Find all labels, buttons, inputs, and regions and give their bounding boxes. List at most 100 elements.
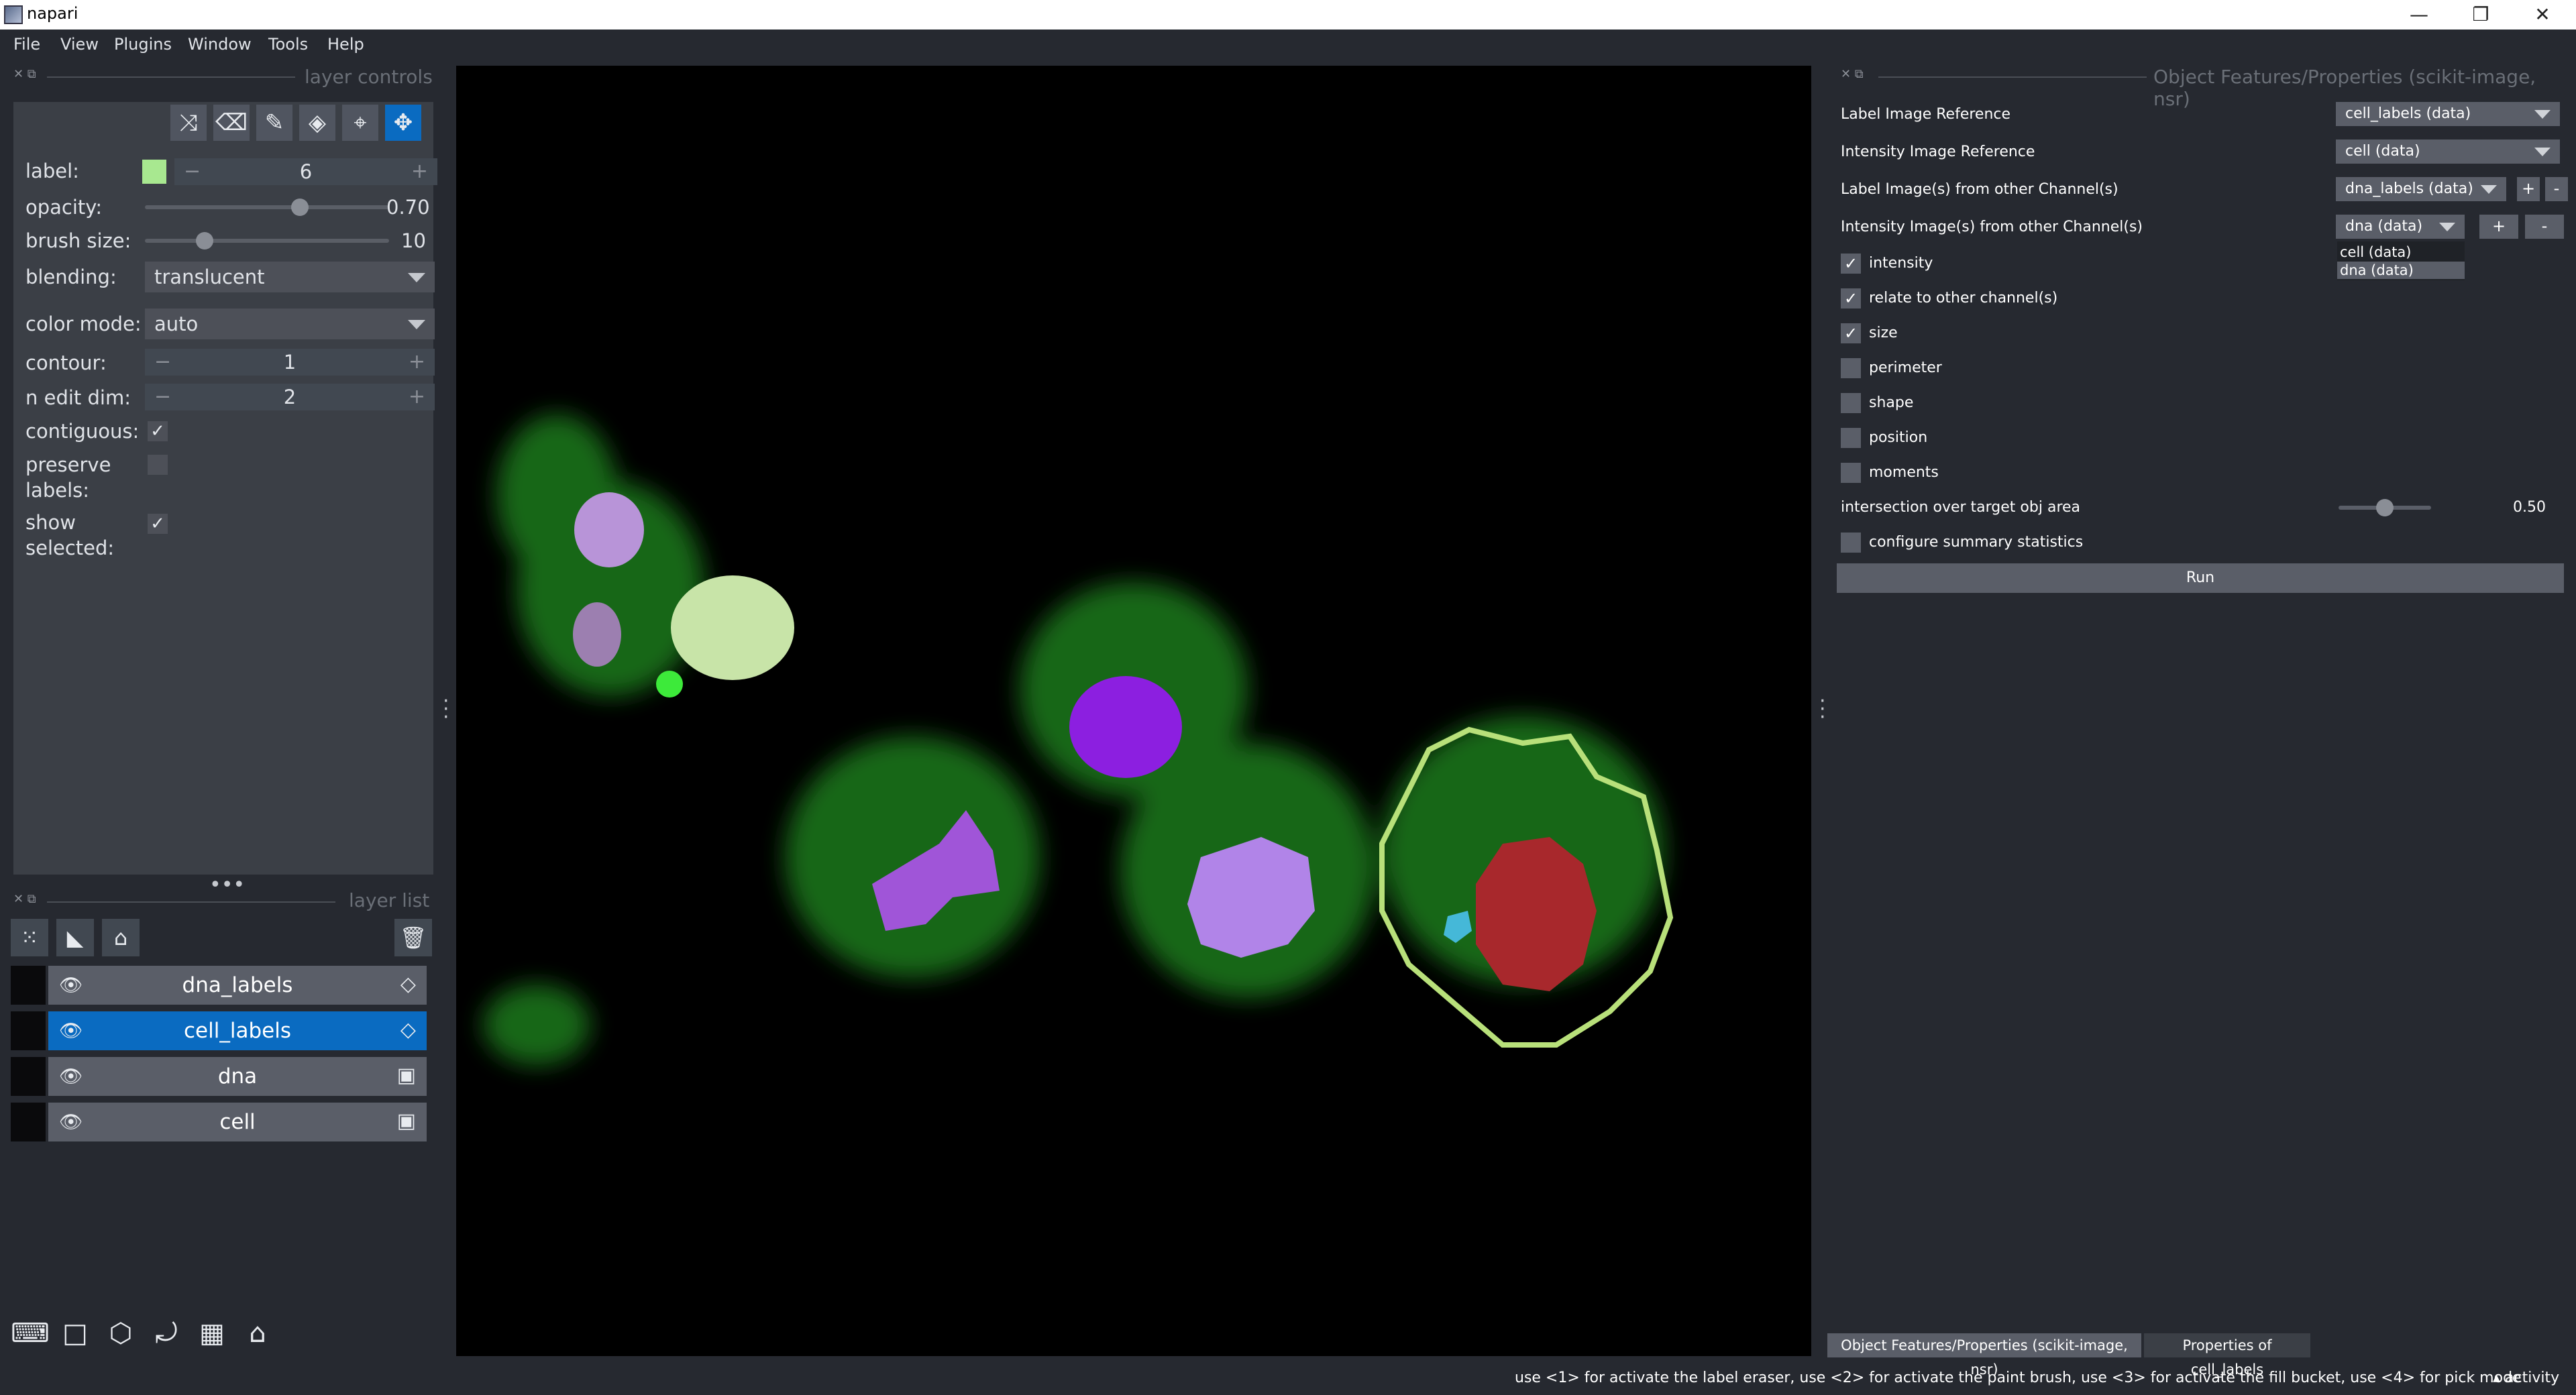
dock-title-line — [47, 76, 295, 78]
dock-float-icons[interactable]: ✕ ⧉ — [1841, 67, 1864, 81]
brush-size-label: brush size: — [25, 229, 131, 252]
remove-label-channel-button[interactable]: - — [2545, 177, 2568, 201]
tab-properties-of-cell-labels[interactable]: Properties of cell_labels — [2144, 1333, 2310, 1378]
intensity-other-channels-dropdown[interactable]: dna (data) — [2336, 215, 2465, 239]
shuffle-colors-icon[interactable]: ⤨ — [170, 105, 207, 141]
fill-bucket-icon[interactable]: ◈ — [299, 105, 335, 141]
layer-row-dna[interactable]: 👁 dna ▣ — [11, 1057, 427, 1096]
home-icon[interactable]: ⌂ — [239, 1315, 276, 1352]
brush-size-slider[interactable] — [145, 239, 389, 243]
size-checkbox-label: size — [1869, 325, 1898, 341]
delete-layer-icon[interactable]: 🗑 — [394, 919, 432, 956]
contour-label: contour: — [25, 351, 107, 374]
layer-list-panel: 👁 dna_labels ◇ 👁 cell_labels ◇ 👁 dna ▣ 👁… — [11, 966, 433, 1146]
label-image-reference-label: Label Image Reference — [1841, 106, 2011, 123]
shape-checkbox[interactable] — [1841, 393, 1861, 413]
label-spinbox[interactable]: − 6 + — [174, 158, 437, 185]
label-image-reference-dropdown[interactable]: cell_labels (data) — [2336, 102, 2560, 126]
dropdown-option-dna[interactable]: dna (data) — [2337, 262, 2465, 279]
perimeter-checkbox[interactable] — [1841, 358, 1861, 378]
layer-row-dna-labels[interactable]: 👁 dna_labels ◇ — [11, 966, 427, 1005]
moments-checkbox[interactable] — [1841, 463, 1861, 483]
opacity-slider[interactable] — [145, 205, 389, 209]
grid-view-icon[interactable]: ▦ — [193, 1315, 231, 1352]
tab-object-features[interactable]: Object Features/Properties (scikit-image… — [1827, 1333, 2141, 1378]
opacity-slider-handle[interactable] — [291, 199, 309, 216]
dock-float-icons[interactable]: ✕ ⧉ — [13, 892, 36, 906]
picker-icon[interactable]: ⌖ — [342, 105, 378, 141]
menu-view[interactable]: View — [60, 35, 99, 54]
label-layer-icon: ◇ — [400, 1018, 416, 1042]
right-dock-splitter[interactable]: · · · — [1819, 691, 1826, 728]
image-layer-icon: ▣ — [396, 1109, 416, 1133]
add-intensity-channel-button[interactable]: + — [2479, 215, 2518, 239]
new-shapes-layer-icon[interactable]: ◣ — [56, 919, 94, 956]
n-edit-dim-increment[interactable]: + — [409, 384, 425, 410]
ndisplay-2d-icon[interactable]: □ — [56, 1315, 94, 1352]
dock-float-icons[interactable]: ✕ ⧉ — [13, 67, 36, 81]
shape-checkbox-label: shape — [1869, 394, 1914, 411]
n-edit-dim-spinbox[interactable]: − 2 + — [145, 384, 435, 410]
relate-to-other-channels-checkbox[interactable]: ✓ — [1841, 288, 1861, 309]
color-mode-value: auto — [154, 313, 199, 335]
contour-value: 1 — [283, 351, 297, 374]
napari-app-icon — [4, 5, 23, 24]
size-checkbox[interactable]: ✓ — [1841, 323, 1861, 343]
opacity-label: opacity: — [25, 196, 103, 219]
n-edit-dim-value: 2 — [283, 386, 297, 408]
splitter-handle[interactable]: ••• — [209, 873, 245, 897]
contour-spinbox[interactable]: − 1 + — [145, 349, 435, 376]
layer-row-cell-labels[interactable]: 👁 cell_labels ◇ — [11, 1011, 427, 1050]
new-points-layer-icon[interactable]: ⁙ — [11, 919, 48, 956]
restore-button[interactable]: ❐ — [2450, 0, 2512, 30]
left-dock-splitter[interactable]: · · · — [443, 691, 449, 728]
configure-summary-statistics-checkbox[interactable] — [1841, 533, 1861, 553]
activity-button[interactable]: ▴ activity — [2493, 1370, 2559, 1386]
label-other-channels-label: Label Image(s) from other Channel(s) — [1841, 181, 2118, 198]
layer-controls-panel: ⤨ ⌫ ✎ ◈ ⌖ ✥ label: − 6 + opacity: 0.70 b… — [13, 102, 437, 875]
contiguous-checkbox[interactable]: ✓ — [148, 421, 168, 441]
n-edit-dim-label: n edit dim: — [25, 386, 131, 409]
run-button[interactable]: Run — [1837, 563, 2564, 593]
label-other-channels-dropdown[interactable]: dna_labels (data) — [2336, 177, 2506, 201]
intensity-image-reference-label: Intensity Image Reference — [1841, 144, 2035, 160]
menu-tools[interactable]: Tools — [268, 35, 308, 54]
color-mode-dropdown[interactable]: auto — [145, 309, 435, 339]
dropdown-option-cell[interactable]: cell (data) — [2340, 244, 2462, 260]
console-icon[interactable]: ⌨ — [11, 1315, 50, 1352]
blending-dropdown[interactable]: translucent — [145, 262, 435, 292]
add-label-channel-button[interactable]: + — [2517, 177, 2540, 201]
menu-file[interactable]: File — [13, 35, 40, 54]
color-mode-label: color mode: — [25, 313, 142, 335]
pan-zoom-icon[interactable]: ✥ — [385, 105, 421, 141]
viewer-canvas[interactable] — [456, 66, 1811, 1356]
layer-row-cell[interactable]: 👁 cell ▣ — [11, 1103, 427, 1141]
brush-size-slider-handle[interactable] — [196, 232, 213, 249]
dock-title-line — [47, 901, 335, 903]
position-checkbox[interactable] — [1841, 428, 1861, 448]
brush-size-value: 10 — [401, 229, 426, 252]
preserve-labels-checkbox[interactable] — [148, 455, 168, 475]
contour-increment[interactable]: + — [409, 349, 425, 376]
show-selected-checkbox[interactable]: ✓ — [148, 514, 168, 534]
intensity-checkbox-label: intensity — [1869, 255, 1933, 272]
intensity-image-reference-value: cell (data) — [2345, 143, 2420, 160]
minimize-button[interactable]: — — [2388, 0, 2450, 30]
menu-help[interactable]: Help — [327, 35, 364, 54]
intensity-checkbox[interactable]: ✓ — [1841, 254, 1861, 274]
new-labels-layer-icon[interactable]: ⌂ — [102, 919, 140, 956]
roll-dims-icon[interactable]: ⬡ — [102, 1315, 140, 1352]
menu-plugins[interactable]: Plugins — [114, 35, 172, 54]
layer-name: dna_labels — [182, 973, 293, 997]
label-increment[interactable]: + — [411, 158, 428, 185]
chevron-down-icon — [2534, 110, 2551, 119]
transpose-dims-icon[interactable]: ⤾ — [148, 1315, 185, 1352]
paint-brush-icon[interactable]: ✎ — [256, 105, 292, 141]
close-button[interactable]: ✕ — [2512, 0, 2573, 30]
intensity-image-reference-dropdown[interactable]: cell (data) — [2336, 140, 2560, 164]
remove-intensity-channel-button[interactable]: - — [2525, 215, 2564, 239]
eraser-icon[interactable]: ⌫ — [213, 105, 250, 141]
iou-slider-handle[interactable] — [2376, 499, 2394, 516]
nucleus-label — [573, 602, 621, 667]
menu-window[interactable]: Window — [188, 35, 252, 54]
